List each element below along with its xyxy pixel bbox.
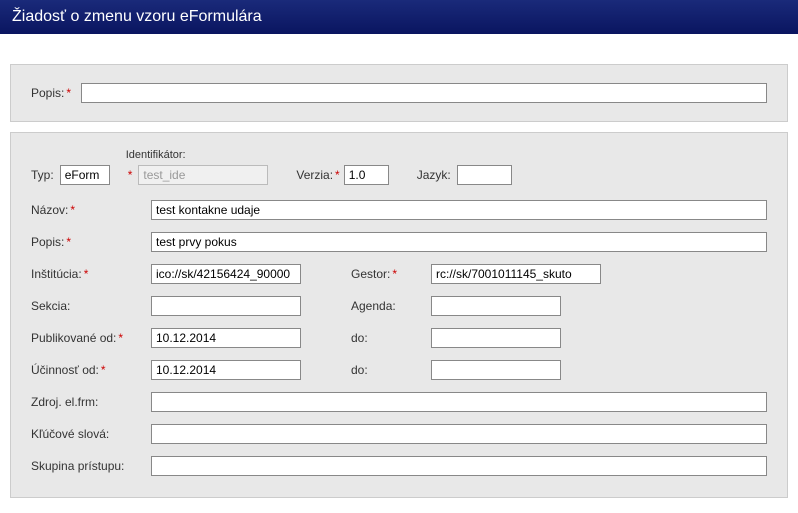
identifikator-input <box>138 165 268 185</box>
zdroj-input[interactable] <box>151 392 767 412</box>
popis-input[interactable] <box>151 232 767 252</box>
ucinnost-do-input[interactable] <box>431 360 561 380</box>
ucinnost-od-input[interactable] <box>151 360 301 380</box>
publikovane-od-input[interactable] <box>151 328 301 348</box>
page-title: Žiadosť o zmenu vzoru eFormulára <box>12 8 262 25</box>
top-popis-label: Popis:* <box>31 86 71 100</box>
publikovane-od-label: Publikované od:* <box>31 331 151 345</box>
klucove-input[interactable] <box>151 424 767 444</box>
typ-label: Typ: <box>31 168 54 182</box>
sekcia-label: Sekcia: <box>31 299 151 313</box>
institucia-input[interactable] <box>151 264 301 284</box>
klucove-label: Kľúčové slová: <box>31 427 151 441</box>
skupina-input[interactable] <box>151 456 767 476</box>
institucia-label: Inštitúcia:* <box>31 267 151 281</box>
skupina-label: Skupina prístupu: <box>31 459 151 473</box>
ucinnost-do-label: do: <box>351 363 431 377</box>
zdroj-label: Zdroj. el.frm: <box>31 395 151 409</box>
verzia-input[interactable] <box>344 165 389 185</box>
form-panel: Typ: Identifikátor: * Verzia:* Jazyk: Ná… <box>10 132 788 498</box>
gestor-label: Gestor:* <box>351 267 431 281</box>
top-popis-input[interactable] <box>81 83 767 103</box>
ucinnost-od-label: Účinnosť od:* <box>31 363 151 377</box>
publikovane-do-label: do: <box>351 331 431 345</box>
jazyk-label: Jazyk: <box>417 168 451 182</box>
nazov-label: Názov:* <box>31 203 151 217</box>
verzia-label: Verzia:* <box>296 168 339 182</box>
page-header: Žiadosť o zmenu vzoru eFormulára <box>0 0 798 34</box>
gestor-input[interactable] <box>431 264 601 284</box>
agenda-label: Agenda: <box>351 299 431 313</box>
top-panel: Popis:* <box>10 64 788 122</box>
typ-input[interactable] <box>60 165 110 185</box>
nazov-input[interactable] <box>151 200 767 220</box>
agenda-input[interactable] <box>431 296 561 316</box>
popis-label: Popis:* <box>31 235 151 249</box>
publikovane-do-input[interactable] <box>431 328 561 348</box>
identifikator-required: * <box>128 168 133 182</box>
sekcia-input[interactable] <box>151 296 301 316</box>
identifikator-label: Identifikátor: <box>126 149 269 161</box>
jazyk-input[interactable] <box>457 165 512 185</box>
